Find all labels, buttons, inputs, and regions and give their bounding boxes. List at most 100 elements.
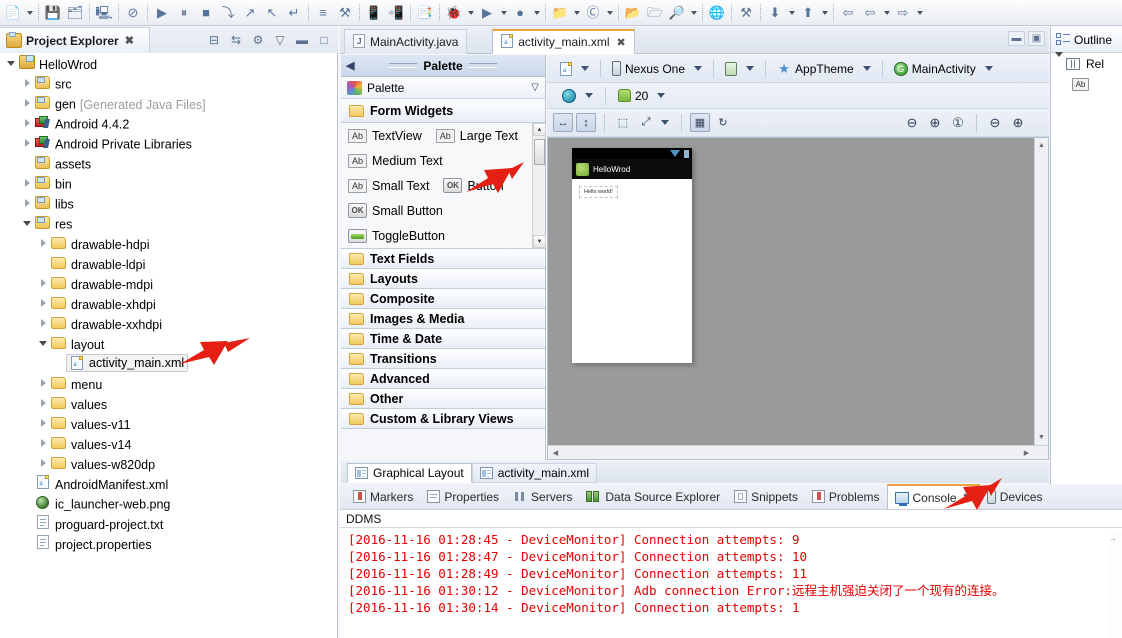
android-virtual-device-manager-icon[interactable]: 📱 — [363, 2, 385, 24]
chevron-down-icon[interactable] — [24, 2, 35, 24]
toggle-width-fill-button[interactable]: ↔ — [553, 113, 573, 132]
chevron-down-icon[interactable] — [819, 2, 830, 24]
chevron-down-icon[interactable] — [604, 2, 615, 24]
locale-selector[interactable] — [559, 85, 596, 107]
palette-widget-large-text[interactable]: Ab Large Text — [435, 128, 518, 143]
console-tab-markers[interactable]: Markers — [346, 484, 420, 509]
palette-scrollbar[interactable]: ▲ ▼ — [532, 123, 546, 248]
twisty-collapsed-icon[interactable] — [36, 276, 50, 290]
tree-item[interactable]: a AndroidManifest.xml — [0, 473, 337, 493]
twisty-collapsed-icon[interactable] — [36, 396, 50, 410]
new-wizard-icon[interactable]: 📄 — [2, 2, 24, 24]
twisty-collapsed-icon[interactable] — [36, 436, 50, 450]
tree-item[interactable]: proguard-project.txt — [0, 513, 337, 533]
view-menu-icon[interactable]: ▽ — [270, 30, 290, 50]
twisty-collapsed-icon[interactable] — [36, 416, 50, 430]
palette-widget-togglebutton[interactable]: ToggleButton — [348, 228, 445, 243]
tree-item[interactable]: values-v11 — [0, 413, 337, 433]
step-over-icon[interactable]: ↗ — [239, 2, 261, 24]
chevron-down-icon[interactable] — [465, 2, 476, 24]
chevron-down-icon[interactable]: ▽ — [531, 82, 539, 93]
project-explorer-tree[interactable]: HelloWrod src gen [Generated Java Files] And… — [0, 53, 338, 638]
console-tab-snippets[interactable]: Snippets — [727, 484, 805, 509]
chevron-down-icon[interactable] — [688, 2, 699, 24]
tab-project-explorer[interactable]: Project Explorer ✖ — [0, 27, 150, 53]
chevron-down-icon[interactable] — [657, 93, 666, 98]
run-last-tool-icon[interactable]: ⚒ — [735, 2, 757, 24]
resume-icon[interactable]: ▶ — [151, 2, 173, 24]
tab-outline[interactable]: Outline — [1051, 27, 1122, 53]
chevron-down-icon[interactable] — [571, 2, 582, 24]
device-selector[interactable]: Nexus One — [609, 58, 705, 80]
open-task-icon[interactable]: 🗁 — [644, 2, 666, 24]
configuration-chooser-icon[interactable]: a — [557, 58, 592, 80]
palette-widget-small-text[interactable]: Ab Small Text — [348, 178, 429, 193]
palette-category-layouts[interactable]: Layouts — [341, 269, 545, 289]
twisty-collapsed-icon[interactable] — [36, 236, 50, 250]
chevron-down-icon[interactable] — [746, 66, 755, 71]
tree-item[interactable]: src — [0, 73, 337, 93]
lint-warnings-button[interactable]: ↻ — [713, 113, 733, 132]
palette-widget-button[interactable]: OK Button — [443, 178, 504, 193]
back-icon[interactable]: ⇦ — [837, 2, 859, 24]
palette-widget-textview[interactable]: Ab TextView — [348, 128, 422, 143]
close-icon[interactable]: ✖ — [963, 491, 972, 504]
twisty-collapsed-icon[interactable] — [36, 296, 50, 310]
tree-item[interactable]: project.properties — [0, 533, 337, 553]
chevron-down-icon[interactable] — [661, 120, 669, 125]
view-menu-filter-icon[interactable]: ⚙ — [248, 30, 268, 50]
minimize-editor-icon[interactable]: ▬ — [1008, 31, 1025, 46]
tree-item[interactable]: a activity_main.xml — [0, 353, 337, 373]
step-into-icon[interactable]: ⤵ — [217, 2, 239, 24]
coverage-icon[interactable]: ● — [509, 2, 531, 24]
tree-item[interactable]: drawable-hdpi — [0, 233, 337, 253]
refresh-render-button[interactable]: ⤢ — [636, 113, 656, 132]
tree-item[interactable]: values — [0, 393, 337, 413]
orientation-selector[interactable] — [722, 58, 757, 80]
show-included-in-button[interactable]: ⬚ — [613, 113, 633, 132]
console-tab-properties[interactable]: Properties — [420, 484, 506, 509]
console-tab-problems[interactable]: Problems — [805, 484, 887, 509]
next-annotation-icon[interactable]: ⬇ — [764, 2, 786, 24]
scroll-down-icon[interactable]: ▼ — [533, 235, 546, 248]
scroll-up-icon[interactable]: ▲ — [533, 123, 546, 136]
palette-category-images-media[interactable]: Images & Media — [341, 309, 545, 329]
android-sdk-manager-icon[interactable]: ⚒ — [334, 2, 356, 24]
console-tab-console[interactable]: Console ✖ — [886, 484, 980, 509]
tree-item[interactable]: drawable-mdpi — [0, 273, 337, 293]
tree-item[interactable]: ic_launcher-web.png — [0, 493, 337, 513]
new-xml-file-icon[interactable]: 📑 — [414, 2, 436, 24]
web-browser-icon[interactable]: 🌐 — [706, 2, 728, 24]
theme-selector[interactable]: ★ AppTheme — [774, 58, 874, 80]
tree-item[interactable]: drawable-xhdpi — [0, 293, 337, 313]
device-preview[interactable]: HelloWrod Hello world! — [572, 148, 692, 363]
outline-item[interactable]: Rel — [1051, 53, 1122, 74]
palette-widget-medium-text[interactable]: Ab Medium Text — [348, 153, 443, 168]
scroll-up-icon[interactable]: ▲ — [1035, 139, 1048, 152]
twisty-collapsed-icon[interactable] — [36, 376, 50, 390]
debug-icon[interactable]: 🐞 — [443, 2, 465, 24]
collapse-all-icon[interactable]: ⊟ — [204, 30, 224, 50]
new-java-class-icon[interactable]: Ⓒ — [582, 2, 604, 24]
previous-annotation-icon[interactable]: ⬆ — [797, 2, 819, 24]
twisty-expanded-icon[interactable] — [20, 216, 34, 230]
activity-selector[interactable]: G MainActivity — [891, 58, 996, 80]
palette-group-form-widgets[interactable]: Form Widgets — [341, 99, 545, 123]
zoom-plus-button[interactable]: ⊕ — [1008, 113, 1028, 132]
twisty-collapsed-icon[interactable] — [36, 316, 50, 330]
twisty-collapsed-icon[interactable] — [20, 196, 34, 210]
zoom-fit-button[interactable]: ⊕ — [925, 113, 945, 132]
chevron-down-icon[interactable] — [531, 2, 542, 24]
tree-item[interactable]: Android Private Libraries — [0, 133, 337, 153]
minimize-icon[interactable]: ▬ — [292, 30, 312, 50]
zoom-minus-button[interactable]: ⊖ — [985, 113, 1005, 132]
editor-bottom-tab-1[interactable]: Graphical Layout — [347, 463, 472, 483]
chevron-down-icon[interactable] — [984, 66, 993, 71]
layout-actions-button[interactable]: ▦ — [690, 113, 710, 132]
link-with-editor-icon[interactable]: ⇆ — [226, 30, 246, 50]
tree-item[interactable]: menu — [0, 373, 337, 393]
scroll-indicator-icon[interactable]: → — [1109, 534, 1117, 543]
console-tab-servers[interactable]: Servers — [506, 484, 579, 509]
save-icon[interactable]: 💾 — [42, 2, 64, 24]
twisty-expanded-icon[interactable] — [36, 336, 50, 350]
